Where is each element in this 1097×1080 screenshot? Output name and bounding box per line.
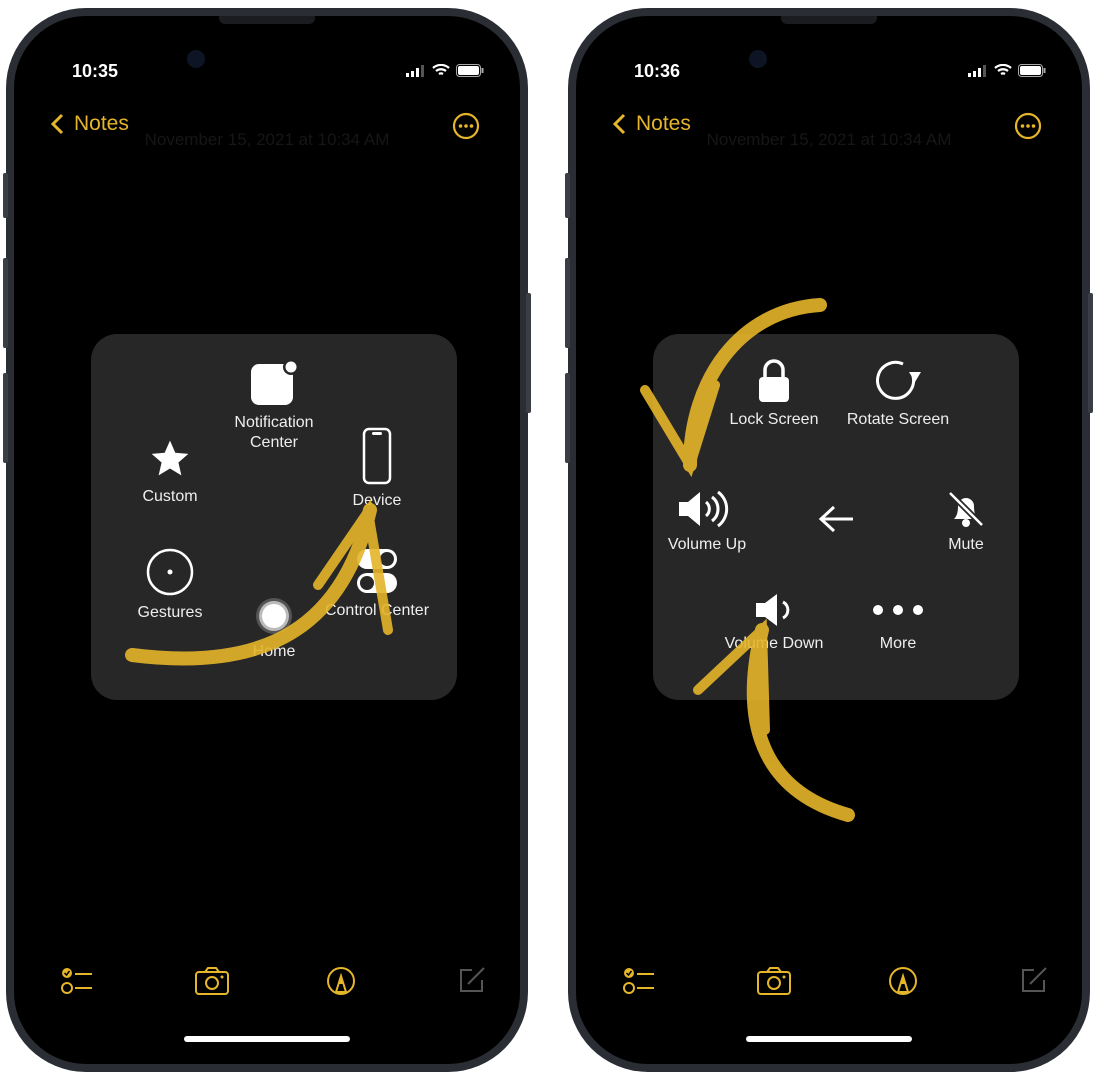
notification-center-icon bbox=[251, 359, 299, 405]
battery-icon bbox=[456, 64, 484, 77]
battery-icon bbox=[1018, 64, 1046, 77]
rotate-icon bbox=[876, 360, 921, 400]
note-date: November 15, 2021 at 10:34 AM bbox=[706, 130, 952, 149]
ellipsis-icon bbox=[873, 605, 923, 615]
note-date: November 15, 2021 at 10:34 AM bbox=[144, 130, 390, 149]
menu-item-volume-up[interactable]: Volume Up bbox=[647, 489, 767, 555]
home-indicator[interactable] bbox=[184, 1036, 350, 1042]
menu-item-notification-center[interactable]: Notification Center bbox=[214, 359, 334, 453]
wifi-icon bbox=[994, 64, 1012, 76]
menu-item-control-center[interactable]: Control Center bbox=[317, 547, 437, 621]
status-icons bbox=[406, 64, 484, 77]
more-options-icon[interactable] bbox=[1014, 112, 1042, 140]
status-time: 10:35 bbox=[72, 61, 119, 81]
wifi-icon bbox=[432, 64, 450, 76]
camera-icon[interactable] bbox=[194, 966, 230, 996]
markup-icon[interactable] bbox=[326, 966, 356, 996]
menu-item-rotate-screen[interactable]: Rotate Screen bbox=[838, 356, 958, 430]
phone-left: 10:35 Notes November 15, 2021 at 10:34 A… bbox=[3, 8, 531, 1072]
checklist-icon[interactable] bbox=[61, 966, 95, 996]
checklist-icon[interactable] bbox=[623, 966, 657, 996]
signal-icon bbox=[406, 64, 424, 77]
menu-item-home[interactable]: Home bbox=[214, 596, 334, 662]
more-options-icon[interactable] bbox=[452, 112, 480, 140]
assistivetouch-menu: Notification Center Custom Device Gestur… bbox=[91, 334, 457, 700]
home-button-icon bbox=[256, 598, 292, 634]
camera-icon[interactable] bbox=[756, 966, 792, 996]
status-icons bbox=[968, 64, 1046, 77]
menu-item-mute[interactable]: Mute bbox=[906, 489, 1026, 555]
volume-down-icon bbox=[756, 594, 790, 626]
signal-icon bbox=[968, 64, 986, 77]
menu-item-custom[interactable]: Custom bbox=[110, 437, 230, 507]
menu-item-volume-down[interactable]: Volume Down bbox=[714, 592, 834, 654]
star-icon bbox=[151, 440, 189, 476]
phone-right: 10:36 Notes November 15, 2021 at 10:34 A… bbox=[565, 8, 1093, 1072]
menu-item-gestures[interactable]: Gestures bbox=[110, 547, 230, 623]
arrow-left-icon[interactable] bbox=[817, 504, 855, 534]
lock-icon bbox=[759, 359, 789, 402]
status-time: 10:36 bbox=[634, 61, 681, 81]
menu-item-more[interactable]: More bbox=[838, 592, 958, 654]
bell-slash-icon bbox=[947, 490, 985, 528]
menu-item-device[interactable]: Device bbox=[317, 427, 437, 511]
markup-icon[interactable] bbox=[888, 966, 918, 996]
iphone-icon bbox=[362, 427, 392, 485]
volume-up-icon bbox=[679, 490, 729, 528]
compose-icon[interactable] bbox=[458, 966, 486, 994]
camera-dot bbox=[749, 50, 767, 68]
home-indicator[interactable] bbox=[746, 1036, 912, 1042]
compose-icon[interactable] bbox=[1020, 966, 1048, 994]
camera-dot bbox=[187, 50, 205, 68]
assistivetouch-device-menu: Lock Screen Rotate Screen Volume Up Mute… bbox=[653, 334, 1019, 700]
gestures-icon bbox=[146, 548, 194, 596]
control-center-icon bbox=[357, 549, 397, 593]
menu-item-lock-screen[interactable]: Lock Screen bbox=[714, 356, 834, 430]
